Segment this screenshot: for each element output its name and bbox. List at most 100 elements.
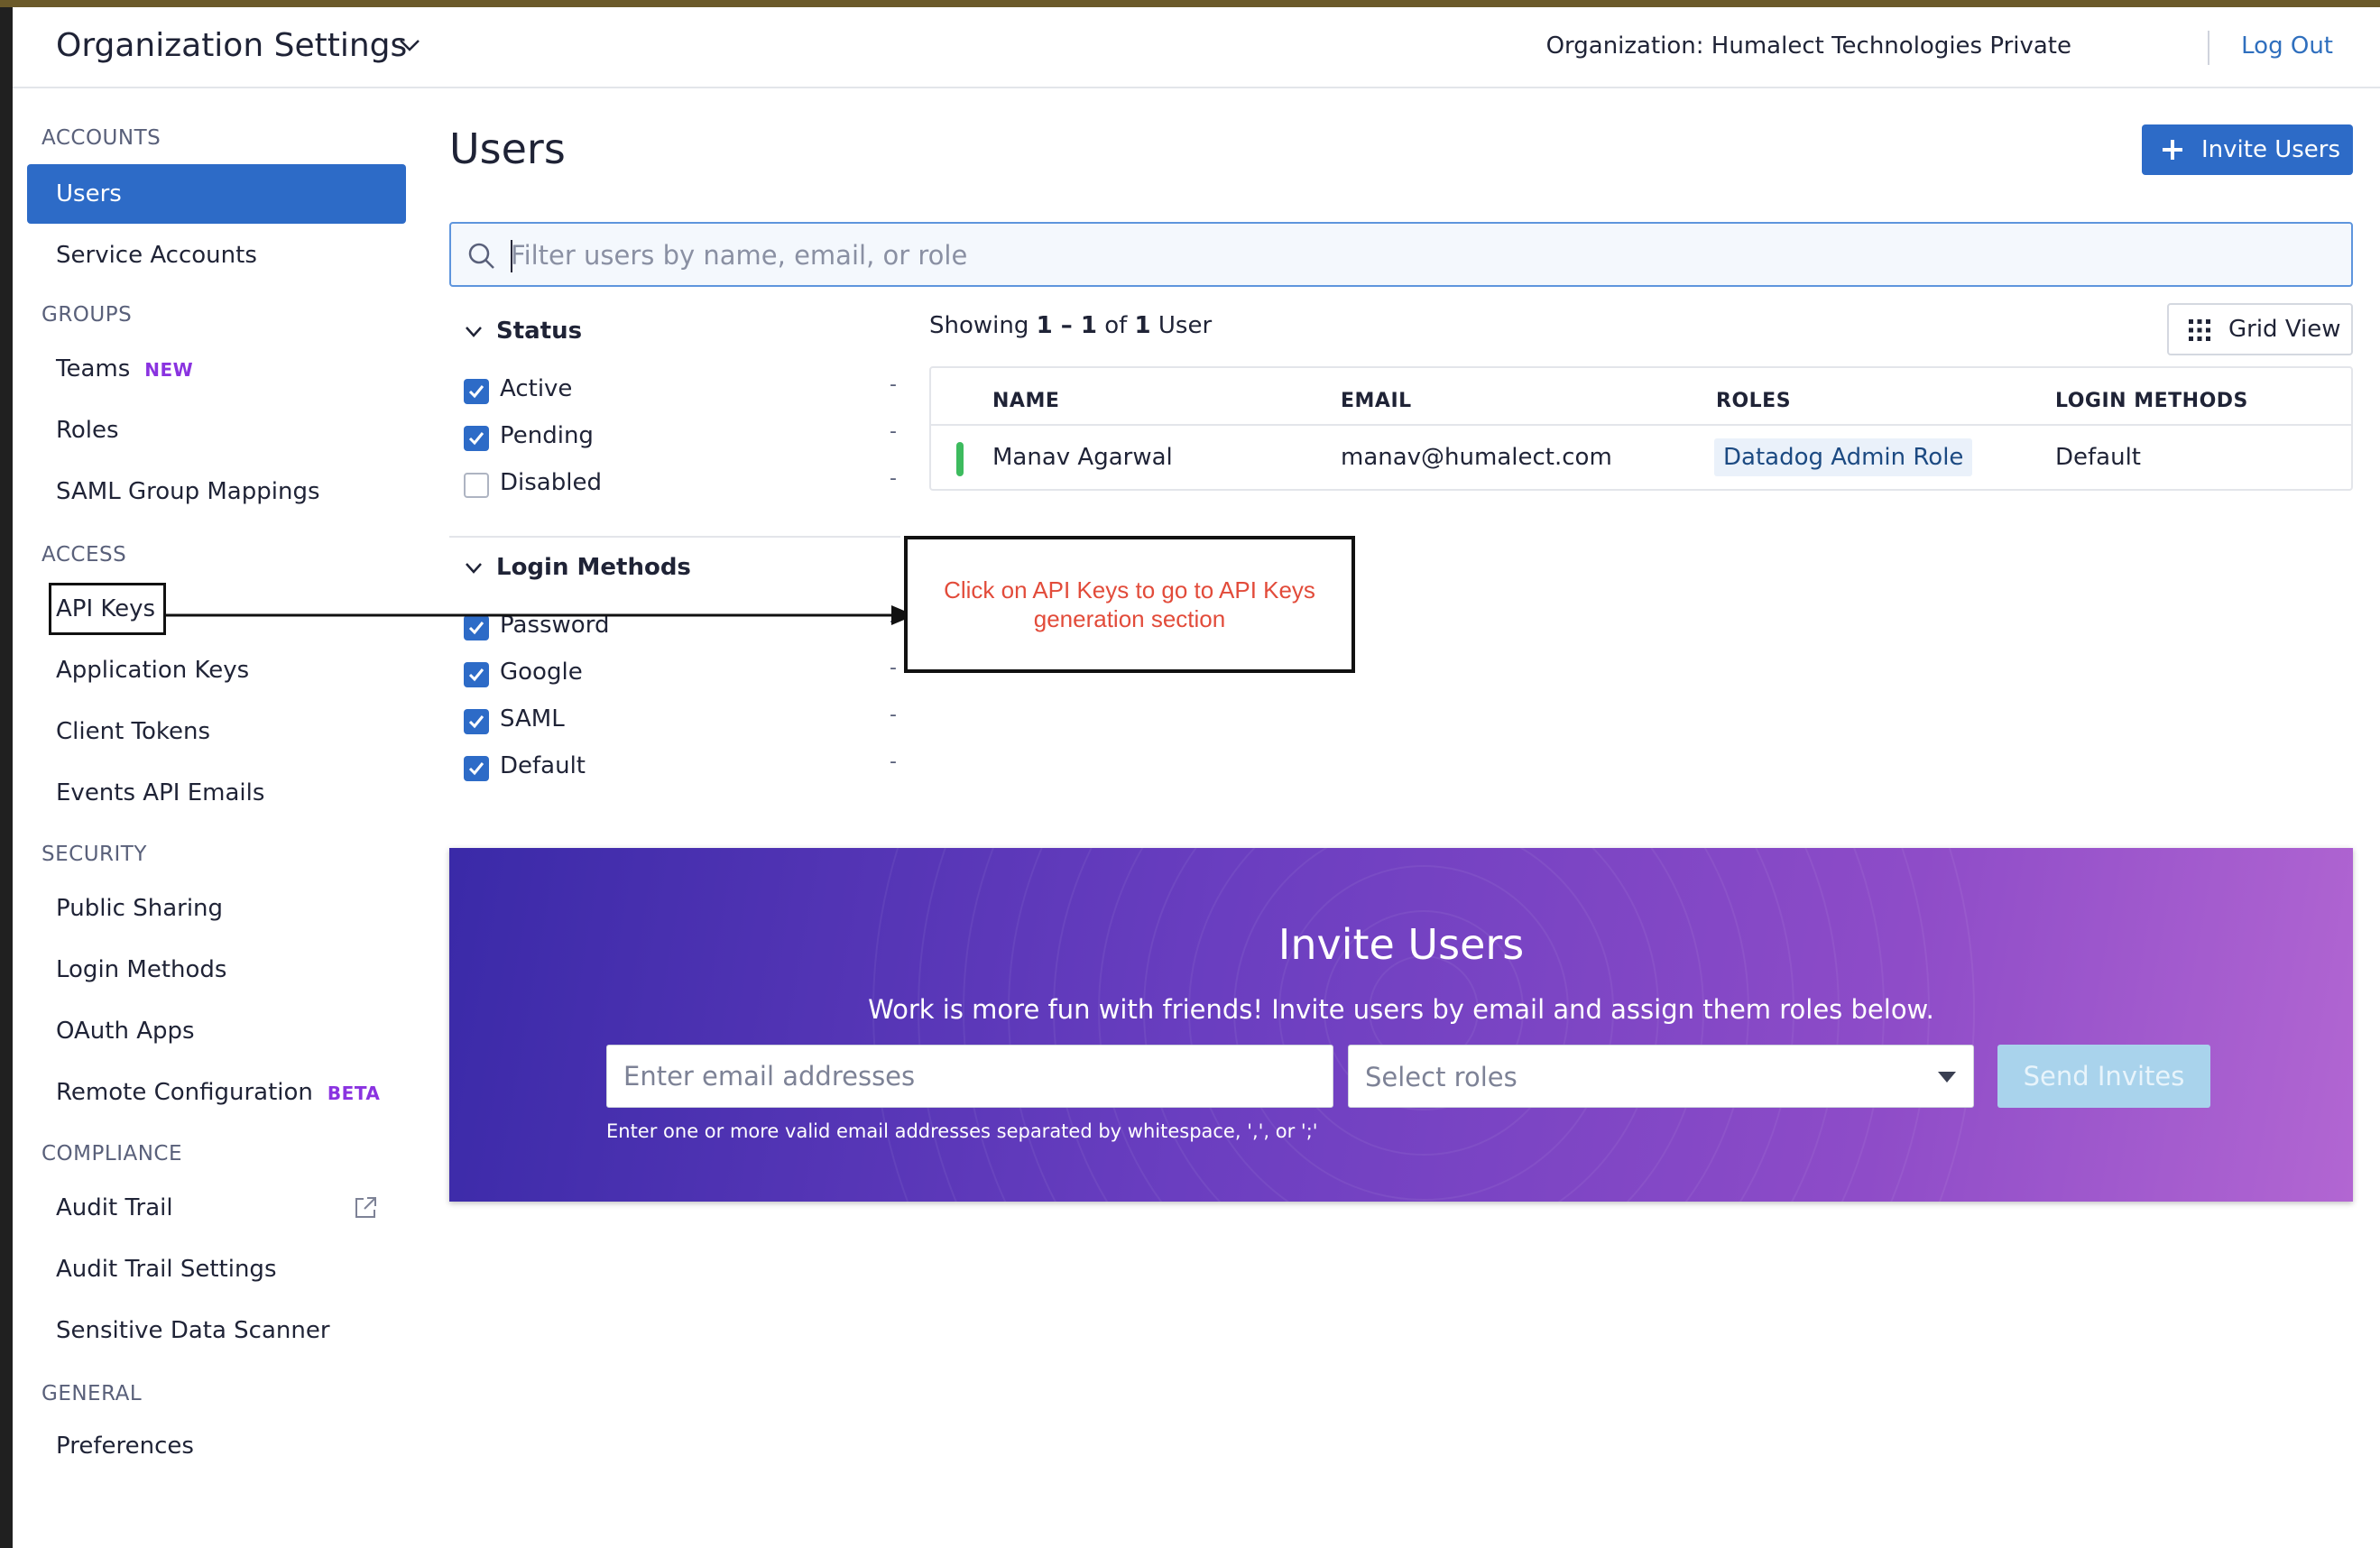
sidebar-item-label: Preferences xyxy=(56,1433,194,1460)
facet-option-label: Active xyxy=(500,375,573,402)
table-row[interactable]: Manav Agarwal manav@humalect.com Datadog… xyxy=(931,426,2351,491)
send-invites-button[interactable]: Send Invites xyxy=(1997,1045,2210,1108)
status-indicator xyxy=(956,442,964,476)
api-keys-highlight-box xyxy=(49,583,166,635)
roles-select[interactable]: Select roles xyxy=(1348,1045,1974,1108)
sidebar-item-label: Client Tokens xyxy=(56,718,211,745)
sidebar-item-label: Login Methods xyxy=(56,956,227,983)
facet-option-label: Disabled xyxy=(500,469,602,496)
checkmark-icon xyxy=(468,385,484,399)
sidebar-item-service-accounts[interactable]: Service Accounts xyxy=(27,226,406,285)
users-table: NAME EMAIL ROLES LOGIN METHODS Manav Aga… xyxy=(929,366,2353,491)
summary-prefix: Showing xyxy=(929,312,1029,339)
facet-option-default[interactable]: Default - xyxy=(464,751,897,787)
checkmark-icon xyxy=(468,668,484,682)
column-header-name[interactable]: NAME xyxy=(992,390,1059,412)
login-methods-facet-header[interactable]: Login Methods xyxy=(464,554,691,581)
sidebar-item-label: Roles xyxy=(56,417,119,444)
search-bar[interactable] xyxy=(449,222,2353,287)
facet-option-saml[interactable]: SAML - xyxy=(464,704,897,740)
facet-option-count: - xyxy=(890,751,897,773)
invite-users-banner: Invite Users Work is more fun with frien… xyxy=(449,848,2353,1202)
app-window: Organization Settings Organization: Huma… xyxy=(13,7,2380,1548)
facet-option-count: - xyxy=(890,420,897,443)
invite-email-input[interactable] xyxy=(606,1045,1333,1108)
column-header-roles[interactable]: ROLES xyxy=(1716,390,1791,412)
role-chip[interactable]: Datadog Admin Role xyxy=(1714,438,1973,476)
checkbox-checked[interactable] xyxy=(464,426,489,451)
user-name: Manav Agarwal xyxy=(992,444,1173,471)
sidebar-item-users[interactable]: Users xyxy=(27,164,406,224)
checkmark-icon xyxy=(468,432,484,446)
organization-label: Organization: Humalect Technologies Priv… xyxy=(1545,32,2071,60)
grid-view-label: Grid View xyxy=(2228,316,2341,343)
banner-background-pattern xyxy=(872,848,1975,1202)
checkmark-icon xyxy=(468,715,484,729)
text-cursor xyxy=(511,240,512,272)
summary-total: 1 xyxy=(1134,312,1151,339)
sidebar-item-events-api-emails[interactable]: Events API Emails xyxy=(27,763,406,823)
annotation-text: Click on API Keys to go to API Keys gene… xyxy=(944,576,1315,632)
column-header-login-methods[interactable]: LOGIN METHODS xyxy=(2055,390,2248,412)
sidebar-section-general: GENERAL xyxy=(42,1382,143,1405)
facet-option-disabled[interactable]: Disabled - xyxy=(464,467,897,503)
page-header-title[interactable]: Organization Settings xyxy=(56,27,407,64)
grid-icon xyxy=(2189,319,2210,341)
sidebar-item-label: Teams xyxy=(56,355,131,382)
facet-option-pending[interactable]: Pending - xyxy=(464,420,897,456)
facet-option-count: - xyxy=(890,657,897,679)
sidebar-section-access: ACCESS xyxy=(42,543,127,567)
sidebar-item-saml-group-mappings[interactable]: SAML Group Mappings xyxy=(27,462,406,521)
sidebar-item-client-tokens[interactable]: Client Tokens xyxy=(27,702,406,761)
checkbox-checked[interactable] xyxy=(464,709,489,734)
annotation-callout: Click on API Keys to go to API Keys gene… xyxy=(904,536,1355,673)
login-methods-facet-title: Login Methods xyxy=(496,554,691,581)
sidebar-item-remote-configuration[interactable]: Remote Configuration BETA xyxy=(27,1063,406,1122)
status-facet-header[interactable]: Status xyxy=(464,318,582,345)
search-input[interactable] xyxy=(511,233,2333,278)
checkbox-checked[interactable] xyxy=(464,756,489,781)
sidebar-item-label: Users xyxy=(56,180,122,207)
summary-suffix: User xyxy=(1158,312,1213,339)
roles-select-placeholder: Select roles xyxy=(1365,1062,1517,1092)
checkbox-checked[interactable] xyxy=(464,379,489,404)
sidebar-item-preferences[interactable]: Preferences xyxy=(27,1416,406,1476)
chevron-down-icon xyxy=(466,562,482,574)
sidebar-item-application-keys[interactable]: Application Keys xyxy=(27,640,406,700)
sidebar-item-label: Application Keys xyxy=(56,657,250,684)
sidebar-item-audit-trail-settings[interactable]: Audit Trail Settings xyxy=(27,1239,406,1299)
annotation-arrow xyxy=(166,605,915,625)
chevron-down-icon[interactable] xyxy=(397,36,422,54)
grid-view-button[interactable]: Grid View xyxy=(2167,303,2353,355)
sidebar-item-login-methods[interactable]: Login Methods xyxy=(27,940,406,1000)
sidebar-section-compliance: COMPLIANCE xyxy=(42,1142,183,1166)
checkbox-checked[interactable] xyxy=(464,662,489,687)
header-divider xyxy=(2208,31,2209,65)
facet-option-active[interactable]: Active - xyxy=(464,373,897,410)
external-link-icon[interactable] xyxy=(352,1194,379,1221)
sidebar-item-label: SAML Group Mappings xyxy=(56,478,320,505)
column-header-email[interactable]: EMAIL xyxy=(1341,390,1412,412)
sidebar-item-roles[interactable]: Roles xyxy=(27,401,406,460)
sidebar-item-oauth-apps[interactable]: OAuth Apps xyxy=(27,1001,406,1061)
sidebar-section-accounts: ACCOUNTS xyxy=(42,126,161,150)
invite-banner-title: Invite Users xyxy=(1278,920,1525,969)
user-login-method: Default xyxy=(2055,444,2141,471)
logout-link[interactable]: Log Out xyxy=(2241,32,2333,60)
facet-option-google[interactable]: Google - xyxy=(464,657,897,693)
sidebar-item-sensitive-data-scanner[interactable]: Sensitive Data Scanner xyxy=(27,1301,406,1360)
sidebar-item-audit-trail[interactable]: Audit Trail xyxy=(27,1178,406,1238)
sidebar-section-groups: GROUPS xyxy=(42,303,133,327)
sidebar-item-label: Public Sharing xyxy=(56,895,224,922)
checkbox-unchecked[interactable] xyxy=(464,473,489,498)
invite-users-button[interactable]: Invite Users xyxy=(2142,124,2353,175)
window-top-edge xyxy=(0,0,2380,7)
facet-option-label: SAML xyxy=(500,705,565,733)
facet-divider xyxy=(449,536,900,538)
sidebar-item-label: Sensitive Data Scanner xyxy=(56,1317,330,1344)
new-badge: NEW xyxy=(144,359,194,381)
search-icon xyxy=(468,243,494,269)
sidebar-item-label: Remote Configuration xyxy=(56,1079,313,1106)
sidebar-item-public-sharing[interactable]: Public Sharing xyxy=(27,879,406,938)
sidebar-item-teams[interactable]: Teams NEW xyxy=(27,339,406,399)
